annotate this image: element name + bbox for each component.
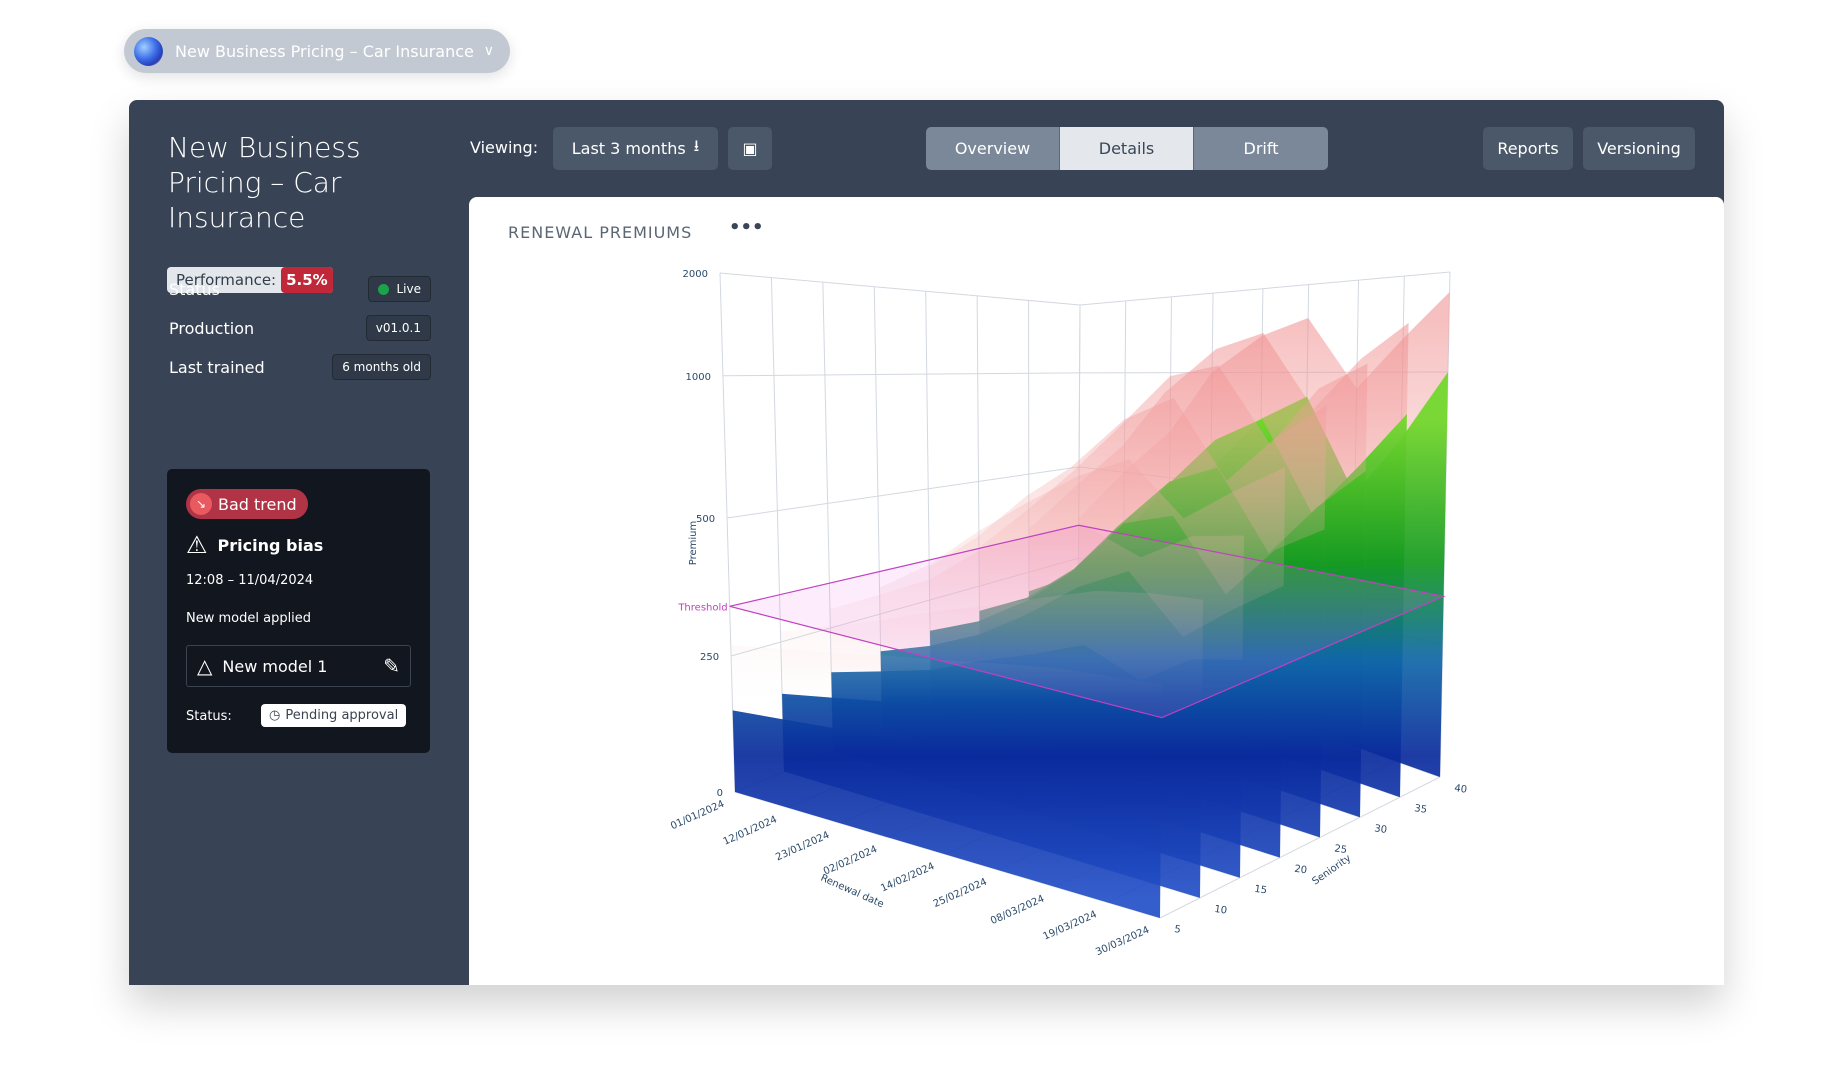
seniority-tick-label: 15 [1254, 884, 1268, 897]
seniority-tick-label: 20 [1294, 864, 1308, 877]
surface-chart[interactable]: 02505001000200001/01/202412/01/202423/01… [0, 0, 1848, 1086]
date-tick-label: 30/03/2024 [1094, 925, 1151, 958]
threshold-label: Threshold [677, 602, 727, 613]
date-tick-label: 02/02/2024 [822, 844, 879, 877]
seniority-axis-title: Seniority [1310, 853, 1353, 888]
sidewall-gridline-premium [719, 272, 1081, 306]
date-tick-label: 19/03/2024 [1042, 909, 1099, 942]
premium-tick-label: 2000 [683, 269, 708, 280]
date-tick-label: 12/01/2024 [722, 814, 779, 847]
date-tick-label: 08/03/2024 [989, 894, 1046, 927]
sidewall-gridline-premium [722, 372, 1080, 377]
seniority-tick-label: 30 [1374, 823, 1388, 836]
premium-axis-title: Premium [688, 521, 699, 566]
premium-tick-label: 250 [700, 652, 719, 663]
premium-tick-label: 0 [717, 788, 723, 799]
seniority-tick-label: 10 [1214, 904, 1228, 917]
date-tick-label: 25/02/2024 [932, 877, 989, 910]
date-tick-label: 14/02/2024 [879, 861, 936, 894]
date-tick-label: 01/01/2024 [669, 799, 726, 832]
backwall-gridline-premium [1079, 271, 1451, 306]
seniority-tick-label: 35 [1414, 803, 1428, 816]
date-tick-label: 23/01/2024 [774, 830, 831, 863]
seniority-tick-label: 40 [1454, 783, 1468, 796]
seniority-tick-label: 5 [1174, 924, 1182, 936]
premium-tick-label: 1000 [686, 372, 711, 383]
date-axis-title: Renewal date [819, 873, 886, 911]
